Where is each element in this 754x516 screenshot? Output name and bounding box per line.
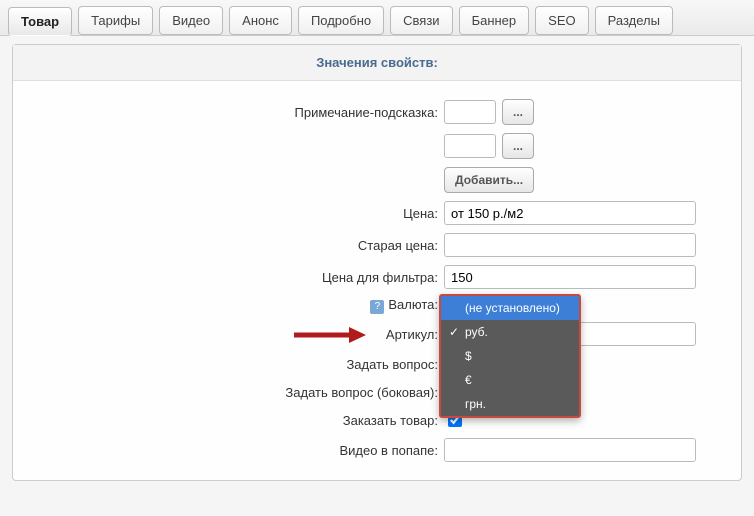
label-hint: Примечание-подсказка: bbox=[13, 105, 444, 120]
currency-option-rub[interactable]: руб. bbox=[441, 320, 579, 344]
label-filter-price: Цена для фильтра: bbox=[13, 270, 444, 285]
label-sku: Артикул: bbox=[13, 327, 444, 342]
currency-option-usd[interactable]: $ bbox=[441, 344, 579, 368]
help-icon[interactable]: ? bbox=[370, 300, 384, 314]
tab-detail[interactable]: Подробно bbox=[298, 6, 384, 35]
hint-browse-2-button[interactable]: ... bbox=[502, 133, 534, 159]
currency-option-none[interactable]: (не установлено) bbox=[441, 296, 579, 320]
tab-product[interactable]: Товар bbox=[8, 7, 72, 36]
tab-announce[interactable]: Анонс bbox=[229, 6, 292, 35]
currency-dropdown[interactable]: (не установлено) руб. $ € грн. bbox=[439, 294, 581, 418]
label-order: Заказать товар: bbox=[13, 413, 444, 428]
tab-video[interactable]: Видео bbox=[159, 6, 223, 35]
section-header: Значения свойств: bbox=[13, 45, 741, 81]
tab-bar: Товар Тарифы Видео Анонс Подробно Связи … bbox=[0, 0, 754, 36]
label-ask-question: Задать вопрос: bbox=[13, 357, 444, 372]
tab-sections[interactable]: Разделы bbox=[595, 6, 673, 35]
tab-tariffs[interactable]: Тарифы bbox=[78, 6, 153, 35]
tab-seo[interactable]: SEO bbox=[535, 6, 588, 35]
hint-input-2[interactable] bbox=[444, 134, 496, 158]
price-input[interactable] bbox=[444, 201, 696, 225]
video-popup-input[interactable] bbox=[444, 438, 696, 462]
label-old-price: Старая цена: bbox=[13, 238, 444, 253]
hint-browse-1-button[interactable]: ... bbox=[502, 99, 534, 125]
label-price: Цена: bbox=[13, 206, 444, 221]
old-price-input[interactable] bbox=[444, 233, 696, 257]
tab-links[interactable]: Связи bbox=[390, 6, 452, 35]
label-ask-question-side: Задать вопрос (боковая): bbox=[13, 385, 444, 400]
label-video-popup: Видео в попапе: bbox=[13, 443, 444, 458]
add-button[interactable]: Добавить... bbox=[444, 167, 534, 193]
currency-option-eur[interactable]: € bbox=[441, 368, 579, 392]
currency-option-uah[interactable]: грн. bbox=[441, 392, 579, 416]
label-currency: ?Валюта: bbox=[13, 297, 444, 314]
filter-price-input[interactable] bbox=[444, 265, 696, 289]
form-panel: Значения свойств: Примечание-подсказка: … bbox=[12, 44, 742, 481]
hint-input-1[interactable] bbox=[444, 100, 496, 124]
tab-banner[interactable]: Баннер bbox=[459, 6, 530, 35]
